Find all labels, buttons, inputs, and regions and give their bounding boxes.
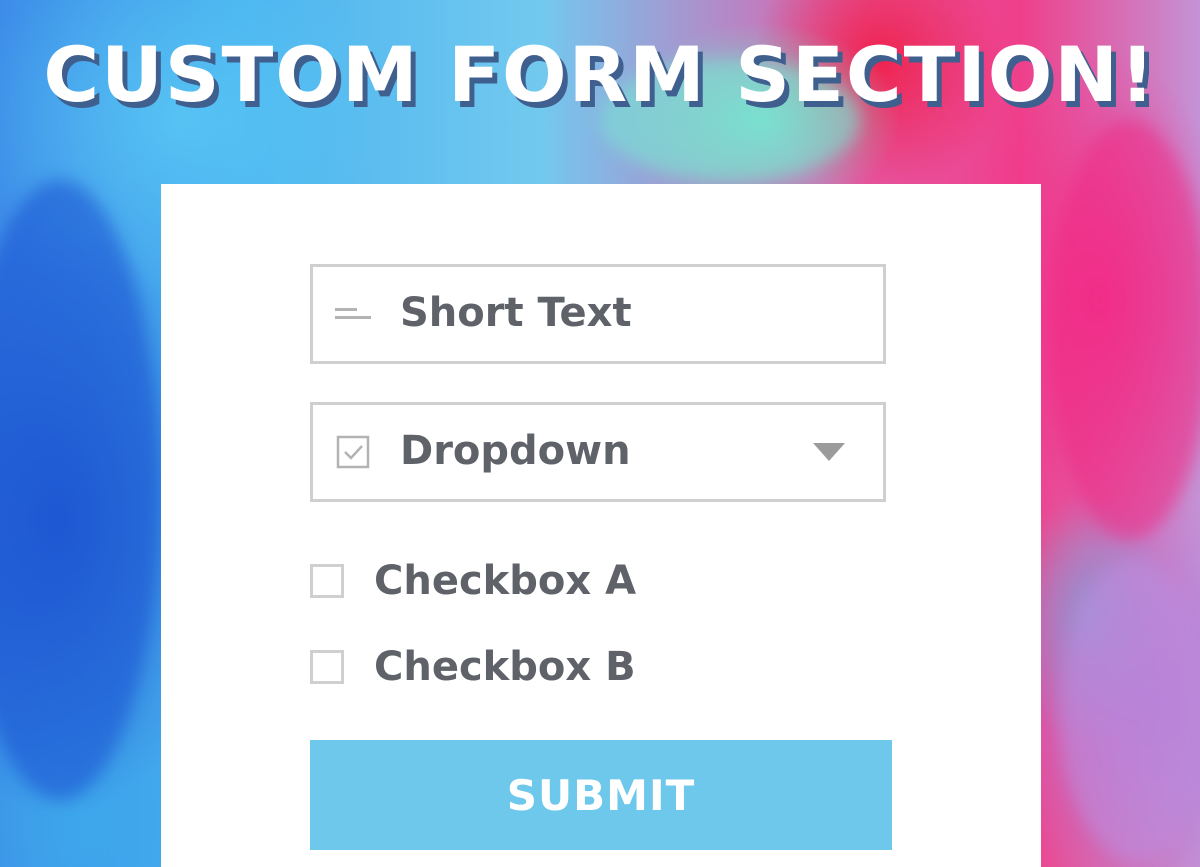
short-text-icon xyxy=(335,296,371,332)
checkbox-a-label[interactable]: Checkbox A xyxy=(374,558,636,604)
checkbox-a-row[interactable]: Checkbox A xyxy=(310,558,886,604)
dropdown-field[interactable]: Dropdown xyxy=(310,402,886,502)
checkbox-b-label[interactable]: Checkbox B xyxy=(374,644,636,690)
checkbox-b-row[interactable]: Checkbox B xyxy=(310,644,886,690)
form-card: Short Text Dropdown Checkbox A Checkbox … xyxy=(161,184,1041,867)
checkbox-b[interactable] xyxy=(310,650,344,684)
submit-button[interactable]: SUBMIT xyxy=(310,740,892,850)
paint-stroke xyxy=(1060,560,1200,860)
short-text-field[interactable]: Short Text xyxy=(310,264,886,364)
dropdown-label: Dropdown xyxy=(400,428,631,475)
chevron-down-icon[interactable] xyxy=(813,443,845,461)
page-title: CUSTOM FORM SECTION! xyxy=(43,30,1157,119)
paint-stroke xyxy=(0,180,160,800)
paint-stroke xyxy=(1050,120,1200,540)
short-text-label: Short Text xyxy=(400,290,632,337)
checkbox-a[interactable] xyxy=(310,564,344,598)
checkbox-checked-icon xyxy=(335,434,371,470)
